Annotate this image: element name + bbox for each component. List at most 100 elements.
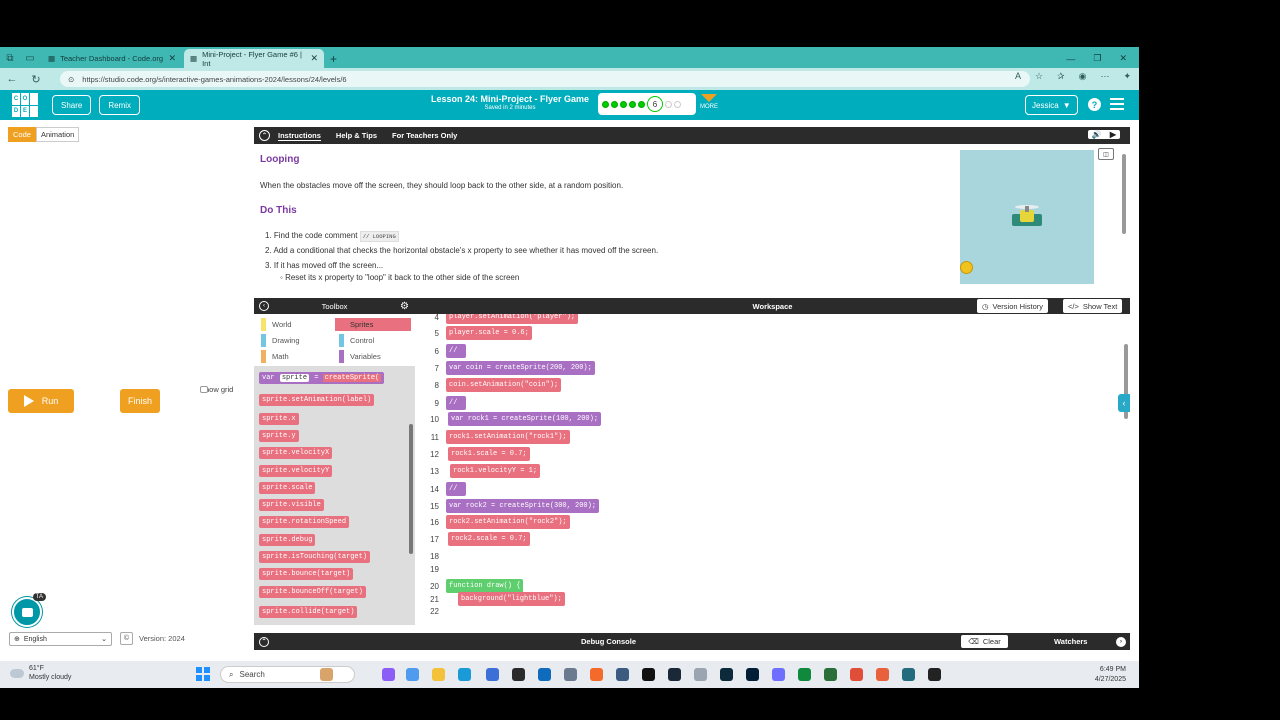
tab-instructions[interactable]: Instructions: [278, 131, 321, 141]
version-history-button[interactable]: ◷ Version History: [977, 299, 1048, 313]
instructions-scrollbar[interactable]: [1122, 154, 1126, 234]
toolbox-block[interactable]: sprite.x: [259, 413, 299, 425]
code-block[interactable]: rock1.setAnimation("rock1");: [446, 430, 570, 444]
remix-button[interactable]: Remix: [99, 95, 141, 115]
url-field[interactable]: ⊙ https://studio.code.org/s/interactive-…: [60, 71, 1030, 87]
system-clock[interactable]: 6:49 PM 4/27/2025: [1095, 665, 1126, 685]
code-block[interactable]: background("lightblue");: [458, 592, 565, 606]
show-text-button[interactable]: </> Show Text: [1063, 299, 1123, 313]
help-icon[interactable]: ?: [1088, 98, 1101, 111]
toolbox-block[interactable]: sprite.y: [259, 430, 299, 442]
show-grid-toggle[interactable]: Show grid: [200, 385, 233, 394]
toolbox-block[interactable]: sprite.debug: [259, 534, 316, 546]
chevron-right-icon[interactable]: ›: [1116, 636, 1126, 647]
app-pinned-icon[interactable]: [512, 668, 525, 681]
minimize-icon[interactable]: —: [1066, 54, 1075, 64]
user-menu[interactable]: Jessica ▼: [1025, 95, 1078, 115]
code-org-logo[interactable]: C O D E: [12, 93, 38, 117]
speaker-icon[interactable]: 🔊: [1092, 130, 1102, 139]
expand-debug-icon[interactable]: ⌃: [259, 636, 269, 647]
watchers-label[interactable]: Watchers: [1054, 637, 1087, 646]
favorite-star-icon[interactable]: ☆: [1035, 71, 1043, 82]
category-control[interactable]: Control: [335, 334, 411, 347]
level-dot-empty[interactable]: [665, 100, 672, 108]
share-button[interactable]: Share: [52, 95, 92, 115]
tab-help-tips[interactable]: Help & Tips: [336, 131, 377, 140]
workspaces-icon[interactable]: ⧉: [0, 48, 20, 68]
toolbox-block[interactable]: sprite.bounceOff(target): [259, 586, 366, 598]
app-pinned-icon[interactable]: [694, 668, 707, 681]
more-options-icon[interactable]: ⋯: [1100, 71, 1109, 82]
maximize-icon[interactable]: ❐: [1093, 53, 1101, 64]
var-declaration-block[interactable]: var rock1 = createSprite(100, 200);: [448, 412, 602, 426]
app-pinned-icon[interactable]: [590, 668, 603, 681]
collapse-toolbox-icon[interactable]: ‹: [259, 301, 269, 311]
toolbox-block[interactable]: sprite.bounce(target): [259, 568, 354, 580]
toolbox-block[interactable]: sprite.scale: [259, 482, 316, 494]
code-block[interactable]: player.scale = 0.6;: [446, 326, 532, 340]
app-pinned-icon[interactable]: [616, 668, 629, 681]
favorites-icon[interactable]: ✰: [1057, 71, 1065, 82]
level-dot-complete[interactable]: [611, 100, 618, 108]
site-info-icon[interactable]: ⊙: [68, 75, 74, 84]
run-button[interactable]: Run: [8, 389, 74, 413]
tab-code[interactable]: Code: [8, 127, 36, 142]
language-select[interactable]: ⊕ English ⌄: [9, 632, 112, 646]
code-block[interactable]: coin.setAnimation("coin");: [446, 378, 562, 392]
comment-block[interactable]: //: [446, 344, 466, 358]
checkbox-icon[interactable]: [200, 386, 208, 393]
app-pinned-icon[interactable]: [382, 668, 395, 681]
code-block[interactable]: rock1.scale = 0.7;: [448, 447, 530, 461]
category-world[interactable]: World: [257, 318, 333, 331]
tab-actions-icon[interactable]: ▭: [20, 48, 40, 68]
game-canvas[interactable]: [8, 142, 246, 382]
app-pinned-icon[interactable]: [320, 668, 333, 681]
file-explorer-icon[interactable]: [432, 668, 445, 681]
photoshop-icon[interactable]: [746, 668, 759, 681]
app-pinned-icon[interactable]: [564, 668, 577, 681]
gear-icon[interactable]: ⚙: [400, 301, 409, 312]
app-pinned-icon[interactable]: [486, 668, 499, 681]
profile-icon[interactable]: ◉: [1079, 71, 1087, 82]
toolbox-block[interactable]: sprite.visible: [259, 499, 324, 511]
app-pinned-icon[interactable]: [902, 668, 915, 681]
steam-icon[interactable]: [668, 668, 681, 681]
copilot-icon[interactable]: ✦: [1123, 71, 1131, 82]
current-level-bubble[interactable]: 6: [647, 96, 663, 112]
app-pinned-icon[interactable]: [772, 668, 785, 681]
level-dot-empty[interactable]: [674, 100, 681, 108]
windows-start-icon[interactable]: [196, 667, 210, 681]
app-pinned-icon[interactable]: [824, 668, 837, 681]
clear-button[interactable]: ⌫ Clear: [961, 635, 1008, 648]
category-math[interactable]: Math: [257, 350, 333, 363]
code-block[interactable]: rock1.velocityY = 1;: [450, 464, 541, 478]
browser-tab-teacher-dashboard[interactable]: ▦ Teacher Dashboard - Code.org ✕: [42, 49, 182, 68]
code-block[interactable]: rock2.scale = 0.7;: [448, 532, 530, 546]
app-pinned-icon[interactable]: [642, 668, 655, 681]
app-pinned-icon[interactable]: [876, 668, 889, 681]
toolbox-block[interactable]: sprite.rotationSpeed: [259, 516, 350, 528]
app-pinned-icon[interactable]: [720, 668, 733, 681]
close-tab-icon[interactable]: ✕: [168, 53, 176, 64]
finish-button[interactable]: Finish: [120, 389, 160, 413]
app-pinned-icon[interactable]: [928, 668, 941, 681]
category-sprites[interactable]: Sprites: [335, 318, 411, 331]
weather-widget[interactable]: 61°F Mostly cloudy: [10, 664, 71, 682]
toolbox-block[interactable]: sprite.velocityY: [259, 465, 333, 477]
close-tab-icon[interactable]: ✕: [310, 53, 318, 64]
edge-icon[interactable]: [458, 668, 471, 681]
back-icon[interactable]: ←: [0, 73, 24, 85]
hamburger-menu-icon[interactable]: [1110, 98, 1124, 113]
var-declaration-block[interactable]: var coin = createSprite(200, 200);: [446, 361, 595, 375]
copyright-icon[interactable]: ©: [120, 632, 133, 645]
outlook-icon[interactable]: [538, 668, 551, 681]
category-drawing[interactable]: Drawing: [257, 334, 333, 347]
palette-scrollbar[interactable]: [409, 424, 413, 554]
code-block[interactable]: player.setAnimation("player");: [446, 314, 579, 324]
refresh-icon[interactable]: ↻: [24, 73, 48, 86]
app-pinned-icon[interactable]: [850, 668, 863, 681]
category-variables[interactable]: Variables: [335, 350, 411, 363]
level-dot-complete[interactable]: [629, 100, 636, 108]
taskbar-search[interactable]: ⌕ Search: [220, 666, 355, 683]
app-pinned-icon[interactable]: [406, 668, 419, 681]
